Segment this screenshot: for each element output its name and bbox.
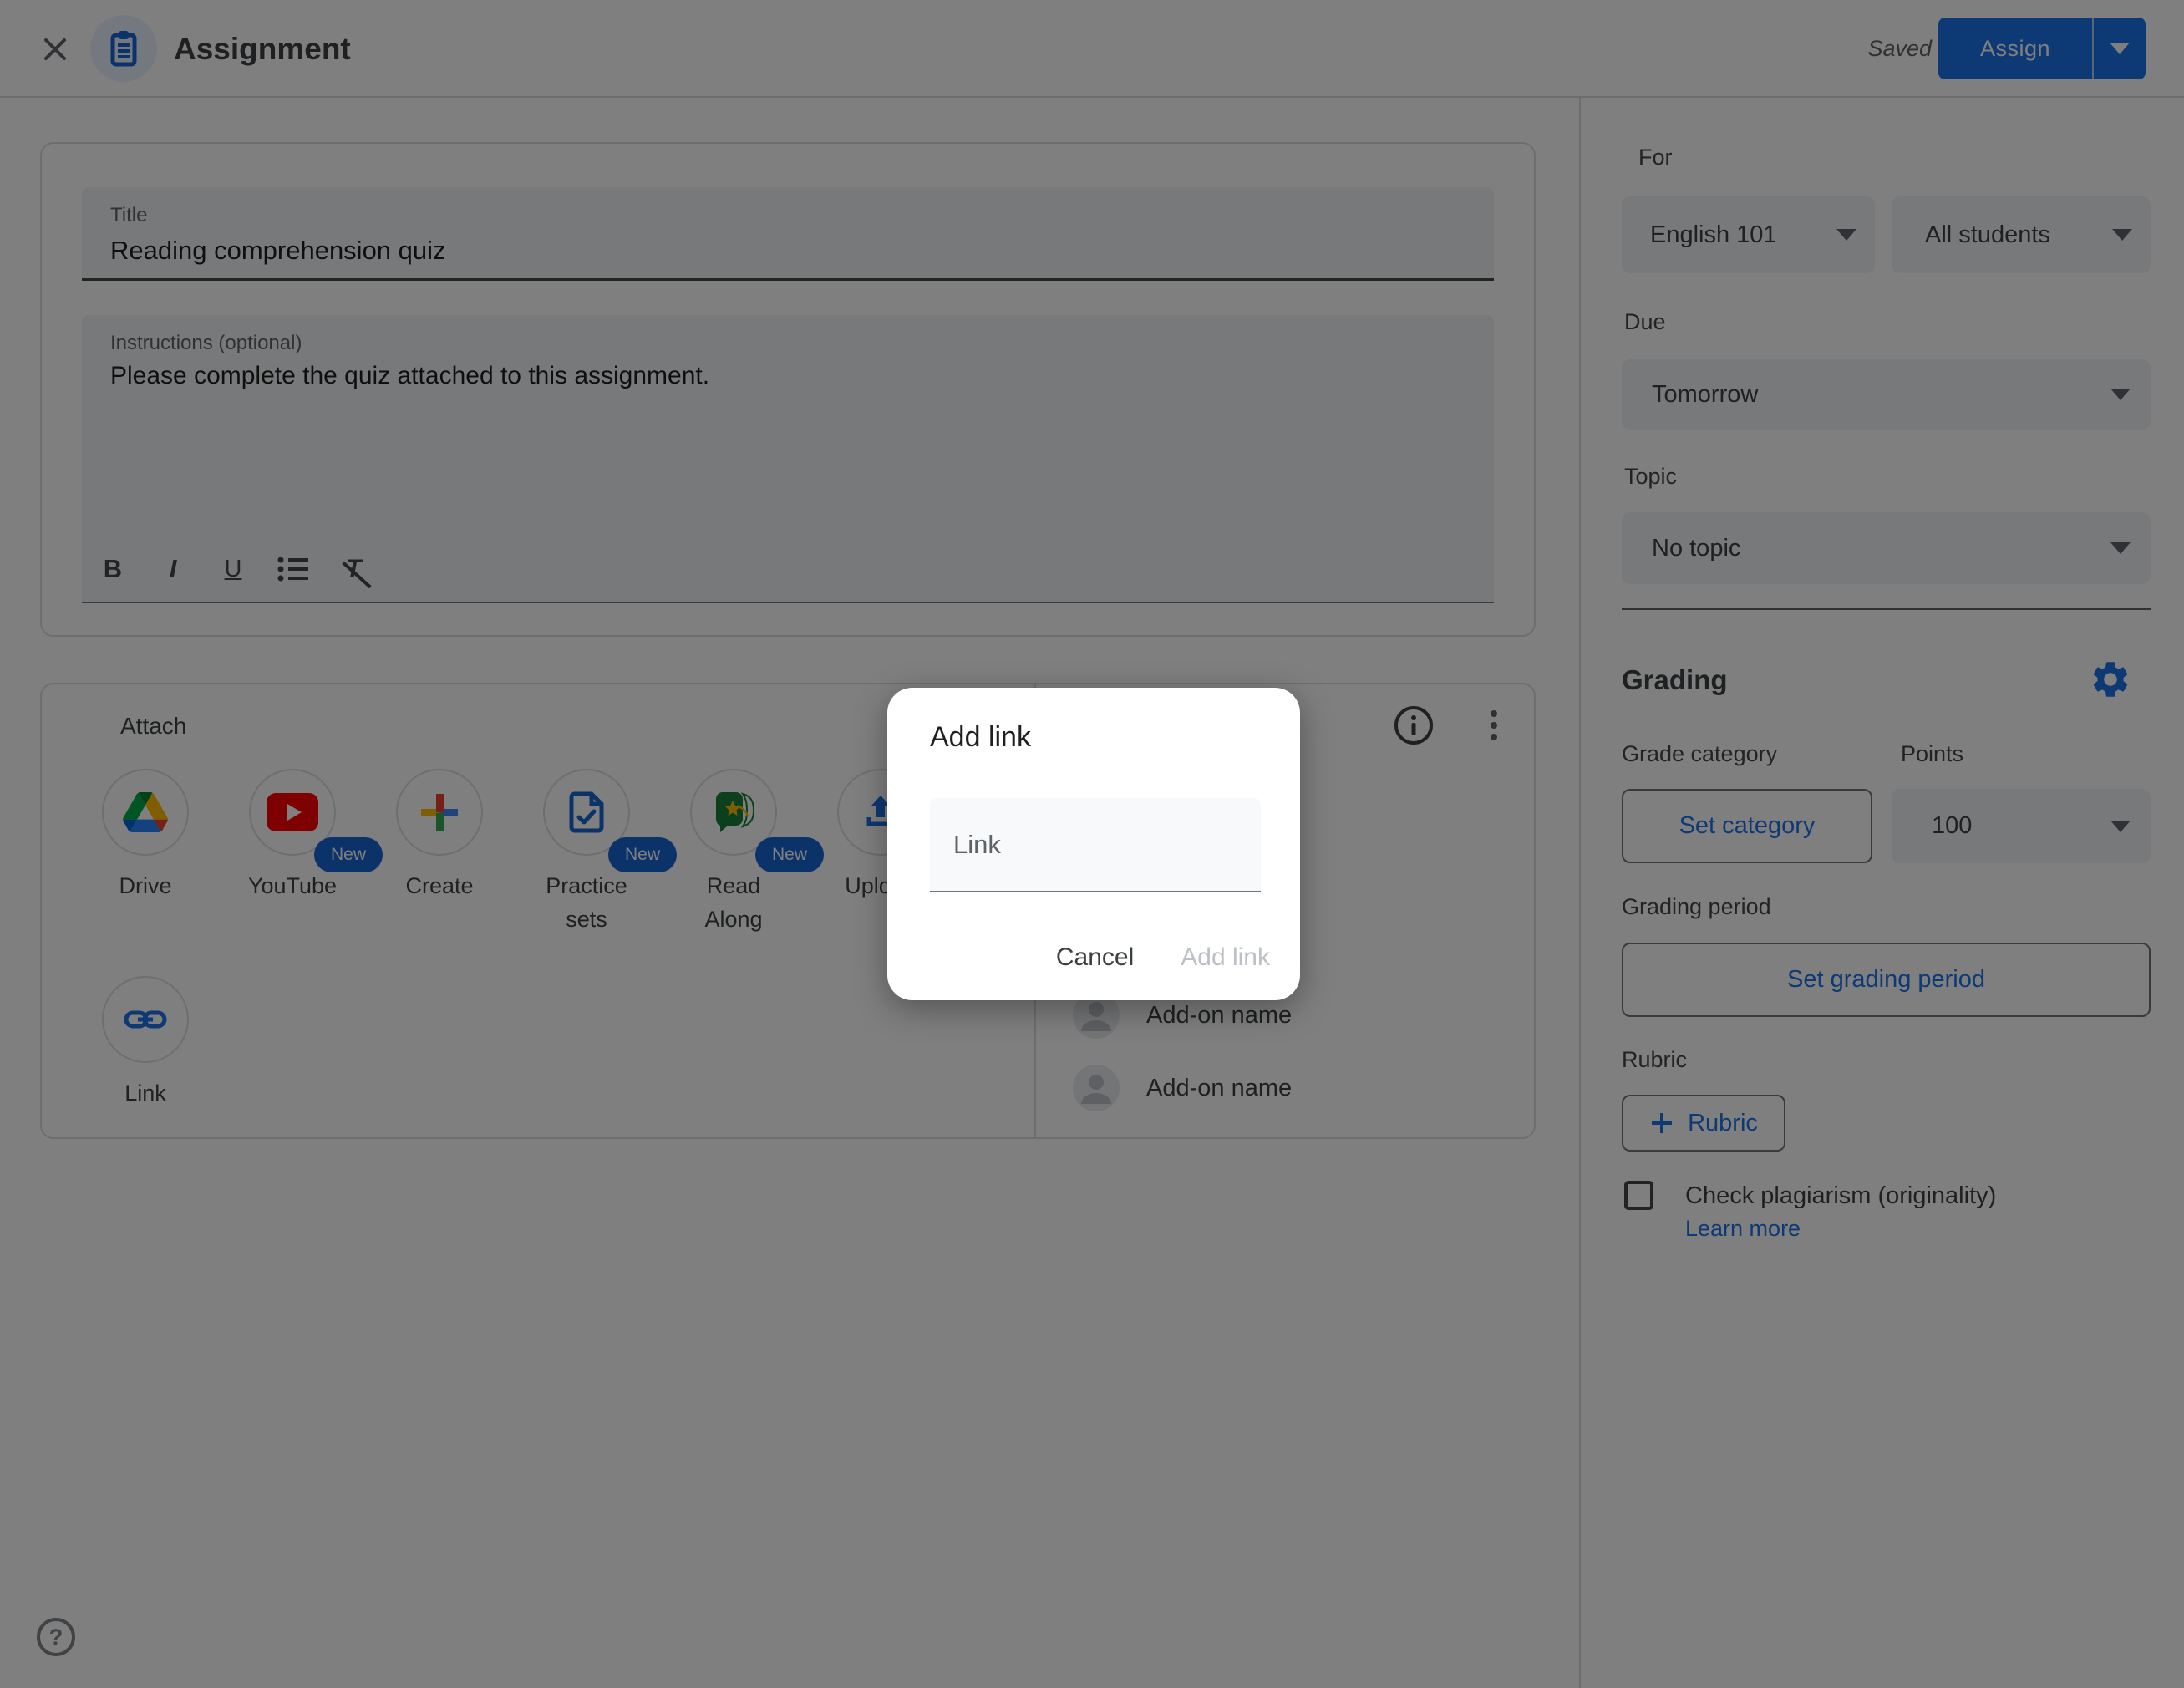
dialog-actions: Cancel Add link [1053,937,1273,979]
add-link-dialog: Add link Cancel Add link [887,688,1300,1000]
cancel-button[interactable]: Cancel [1053,937,1137,979]
add-link-button[interactable]: Add link [1177,937,1273,979]
dialog-title: Add link [930,721,1031,753]
link-input[interactable] [930,798,1261,891]
link-field [930,798,1261,892]
assignment-screen: Assignment Saved Assign Title Instructio… [0,0,2184,1688]
